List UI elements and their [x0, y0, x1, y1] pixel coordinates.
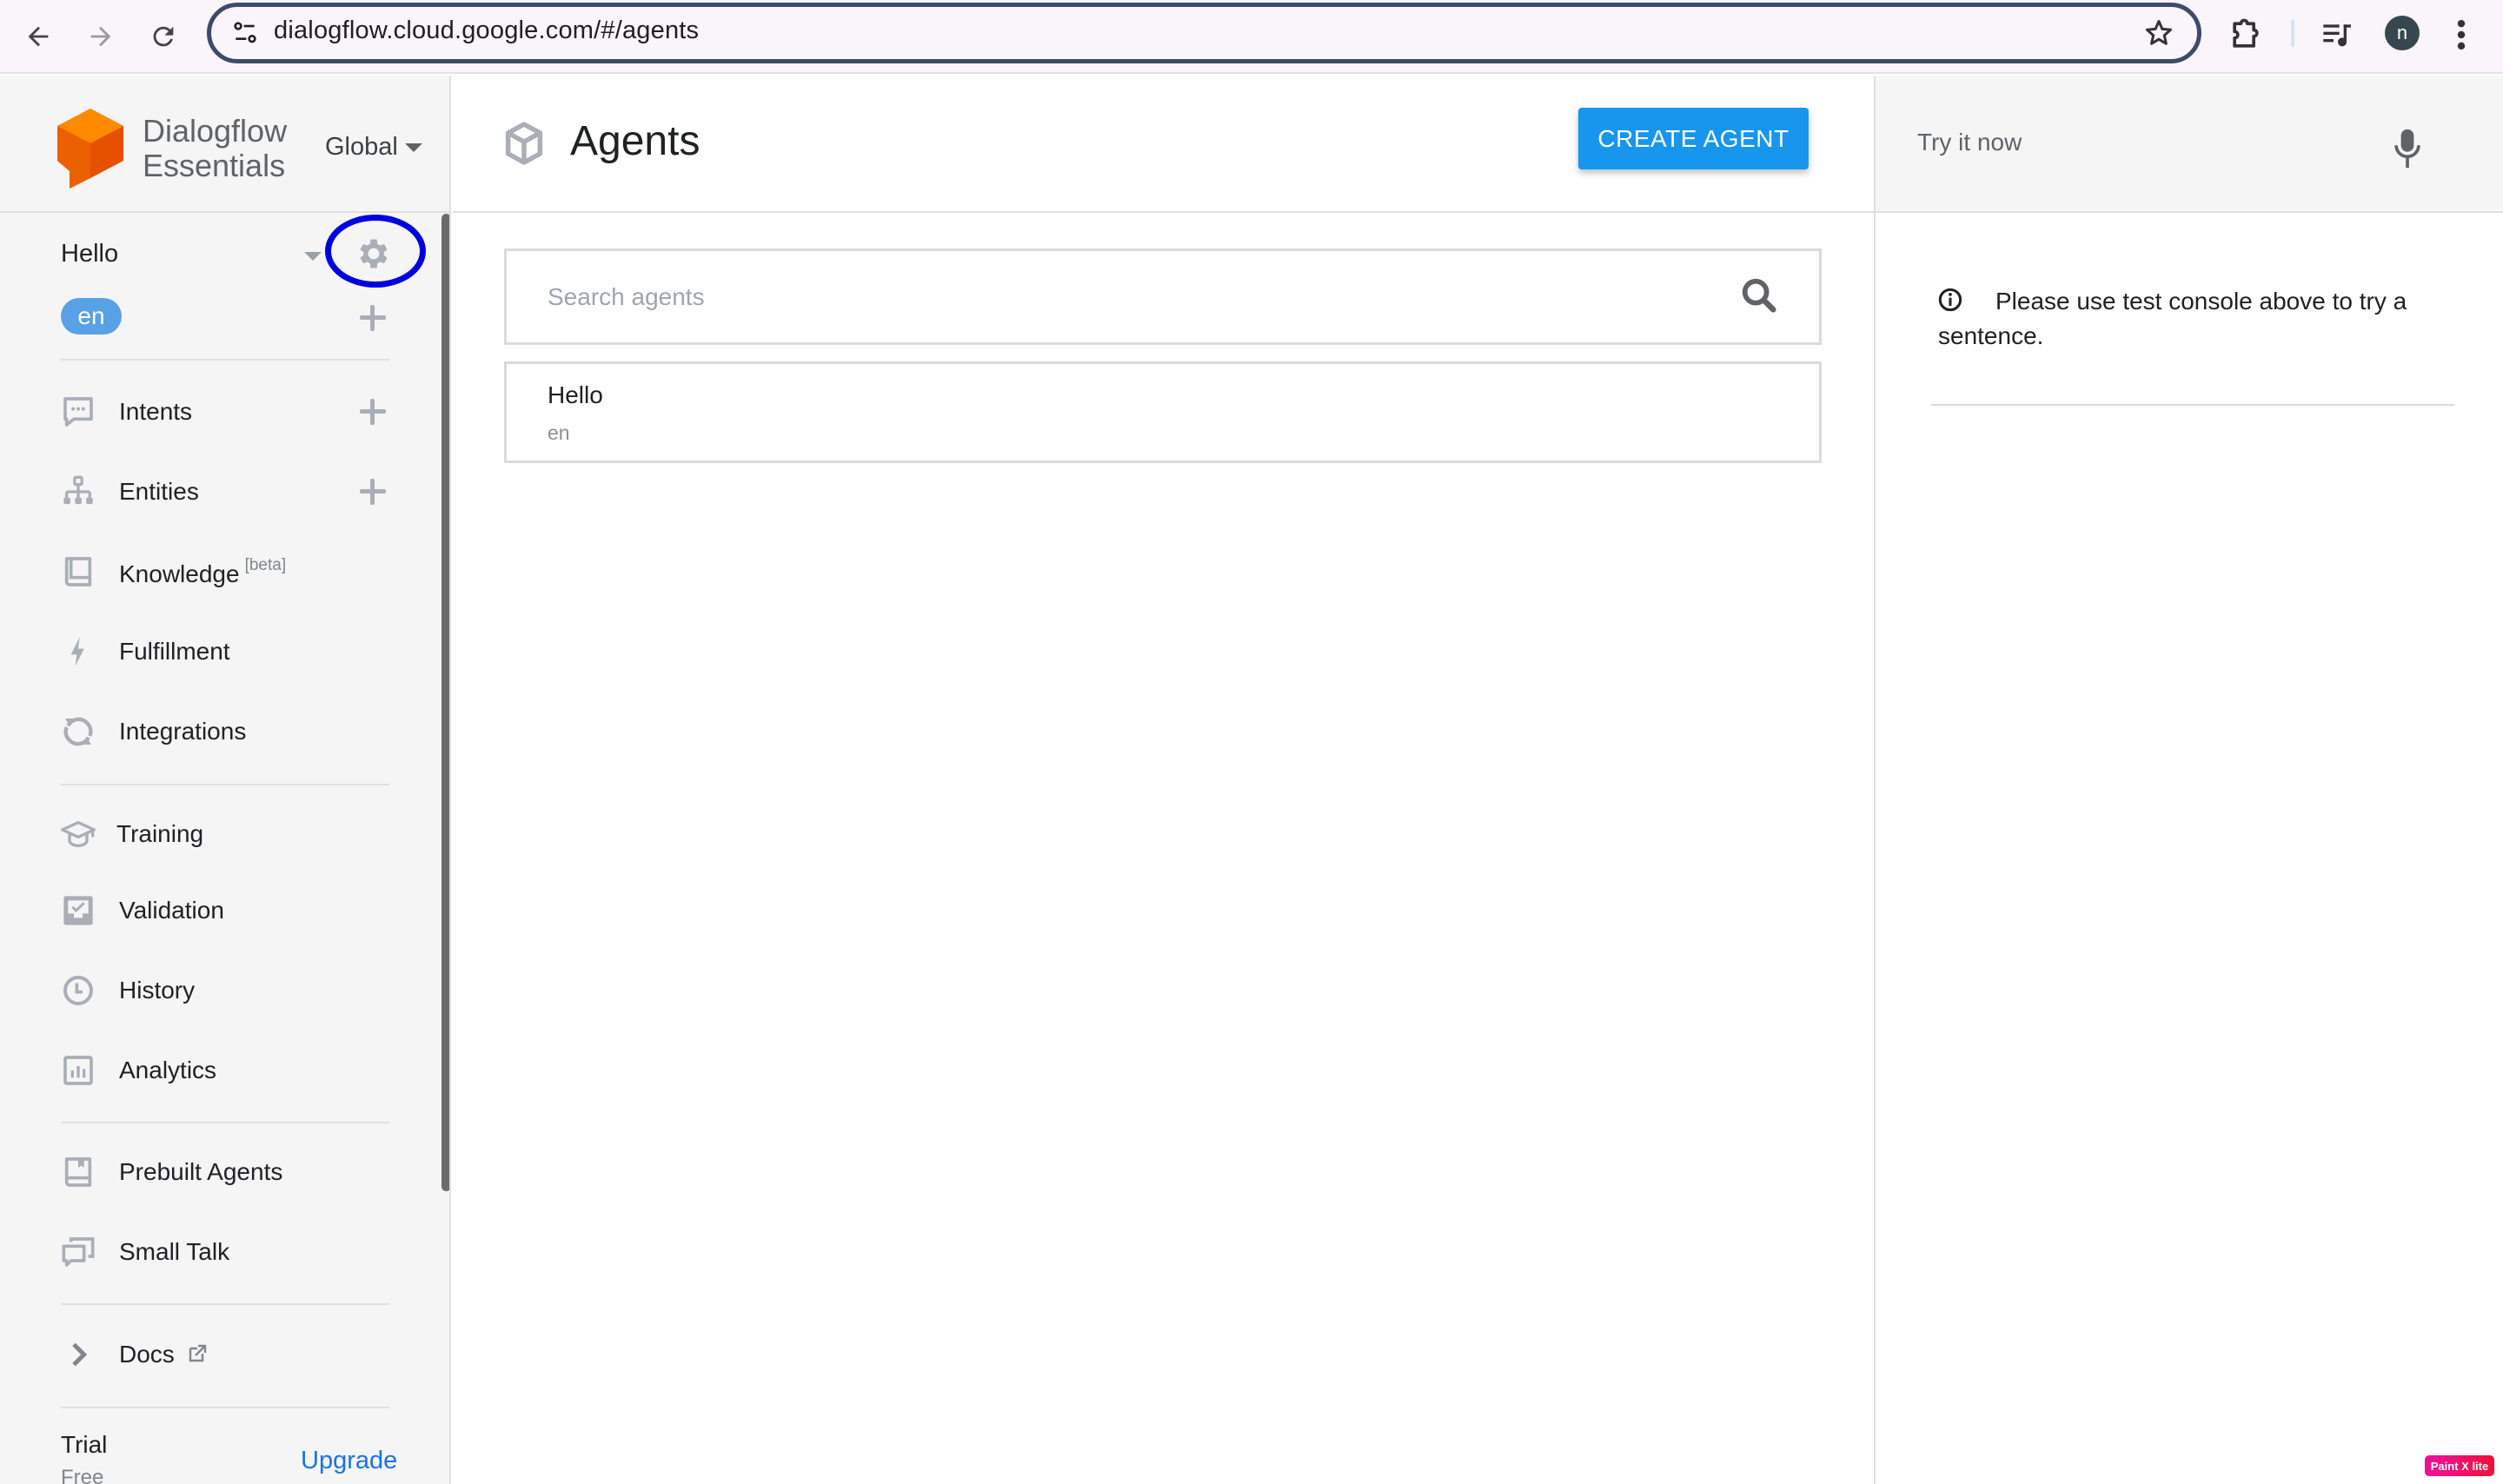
plan-label: Trial — [61, 1431, 108, 1458]
integrations-icon — [63, 717, 93, 746]
forward-button[interactable] — [78, 14, 123, 59]
sidebar-item-fulfillment[interactable]: Fulfillment — [61, 626, 417, 678]
agent-card-language: en — [548, 421, 570, 444]
external-link-icon — [189, 1344, 206, 1362]
toolbar-separator — [2291, 19, 2294, 47]
info-icon — [1938, 288, 1962, 312]
sidebar-item-intents[interactable]: Intents — [61, 386, 417, 438]
add-intent-icon[interactable] — [360, 399, 386, 425]
upgrade-link[interactable]: Upgrade — [301, 1447, 397, 1475]
intents-icon — [63, 397, 93, 427]
product-name[interactable]: Dialogflow Essentials — [143, 114, 287, 183]
sidebar-scrollbar[interactable] — [442, 214, 449, 1191]
browser-toolbar: dialogflow.cloud.google.com/#/agents n — [0, 0, 2503, 74]
bookmark-star-icon[interactable] — [2143, 17, 2174, 49]
knowledge-icon — [64, 557, 92, 586]
search-icon[interactable] — [1739, 275, 1779, 315]
sidebar-item-training[interactable]: Training — [61, 808, 417, 860]
validation-icon — [63, 896, 93, 925]
site-settings-icon — [234, 22, 256, 43]
dialogflow-logo-icon[interactable] — [57, 109, 123, 190]
back-arrow-icon — [28, 26, 49, 47]
test-console-bar — [1876, 76, 2503, 213]
chevron-down-icon[interactable] — [304, 252, 322, 261]
search-agents-box — [504, 248, 1822, 345]
extensions-icon[interactable] — [2227, 16, 2265, 54]
divider — [61, 784, 389, 785]
create-agent-button[interactable]: CREATE AGENT — [1578, 108, 1809, 169]
sidebar-item-docs[interactable]: Docs — [61, 1328, 417, 1381]
fulfillment-icon — [70, 637, 84, 666]
language-badge[interactable]: en — [61, 298, 122, 335]
reload-button[interactable] — [141, 14, 186, 59]
page-title: Agents — [570, 118, 700, 164]
beta-badge: [beta] — [244, 555, 287, 574]
search-agents-input[interactable] — [548, 275, 1677, 319]
page-header: Agents CREATE AGENT — [453, 76, 1874, 213]
watermark-badge: Paint X lite — [2425, 1455, 2494, 1476]
sidebar-item-small-talk[interactable]: Small Talk — [61, 1226, 417, 1278]
test-console-panel: Please use test console above to try a s… — [1874, 76, 2503, 1484]
language-row: en — [61, 298, 391, 336]
divider — [61, 1407, 389, 1408]
info-message: Please use test console above to try a s… — [1938, 288, 2407, 349]
divider — [61, 359, 389, 361]
sidebar-item-integrations[interactable]: Integrations — [61, 706, 417, 758]
agents-cube-icon — [505, 122, 543, 165]
sidebar-item-validation[interactable]: Validation — [61, 884, 417, 937]
prebuilt-agents-icon — [64, 1157, 92, 1187]
sidebar-item-knowledge[interactable]: Knowledge [beta] — [61, 546, 417, 598]
chevron-down-icon — [404, 142, 422, 152]
reload-icon — [153, 26, 174, 47]
sidebar-item-analytics[interactable]: Analytics — [61, 1044, 417, 1096]
agent-card-name: Hello — [548, 381, 603, 408]
divider — [61, 1303, 389, 1305]
try-it-now-input[interactable] — [1917, 121, 2352, 164]
address-bar[interactable]: dialogflow.cloud.google.com/#/agents — [207, 3, 2201, 63]
chevron-right-icon — [72, 1342, 88, 1367]
sidebar: Dialogflow Essentials Global Hello en In… — [0, 76, 451, 1484]
url-text[interactable]: dialogflow.cloud.google.com/#/agents — [274, 17, 699, 45]
sidebar-item-entities[interactable]: Entities — [61, 466, 417, 518]
microphone-icon[interactable] — [2392, 128, 2423, 169]
divider — [61, 1122, 389, 1123]
small-talk-icon — [62, 1237, 95, 1267]
add-entity-icon[interactable] — [360, 479, 386, 505]
sidebar-item-prebuilt-agents[interactable]: Prebuilt Agents — [61, 1146, 417, 1198]
region-selector[interactable]: Global — [325, 133, 422, 162]
history-icon — [63, 976, 93, 1005]
more-menu-icon[interactable] — [2453, 16, 2470, 54]
entities-icon — [63, 475, 93, 505]
profile-avatar[interactable]: n — [2385, 16, 2420, 50]
forward-arrow-icon — [90, 26, 111, 47]
brand-header: Dialogflow Essentials Global — [0, 76, 449, 213]
sidebar-item-history[interactable]: History — [61, 964, 417, 1017]
analytics-icon — [63, 1056, 93, 1085]
media-control-icon[interactable] — [2320, 17, 2355, 52]
annotation-highlight-ellipse — [325, 215, 426, 288]
add-language-icon[interactable] — [360, 305, 386, 331]
agent-name[interactable]: Hello — [61, 240, 118, 268]
divider — [1931, 404, 2454, 406]
back-button[interactable] — [16, 14, 61, 59]
agent-list-item[interactable]: Hello en — [504, 361, 1822, 463]
training-icon — [61, 821, 96, 848]
plan-tier: Free — [61, 1466, 104, 1484]
